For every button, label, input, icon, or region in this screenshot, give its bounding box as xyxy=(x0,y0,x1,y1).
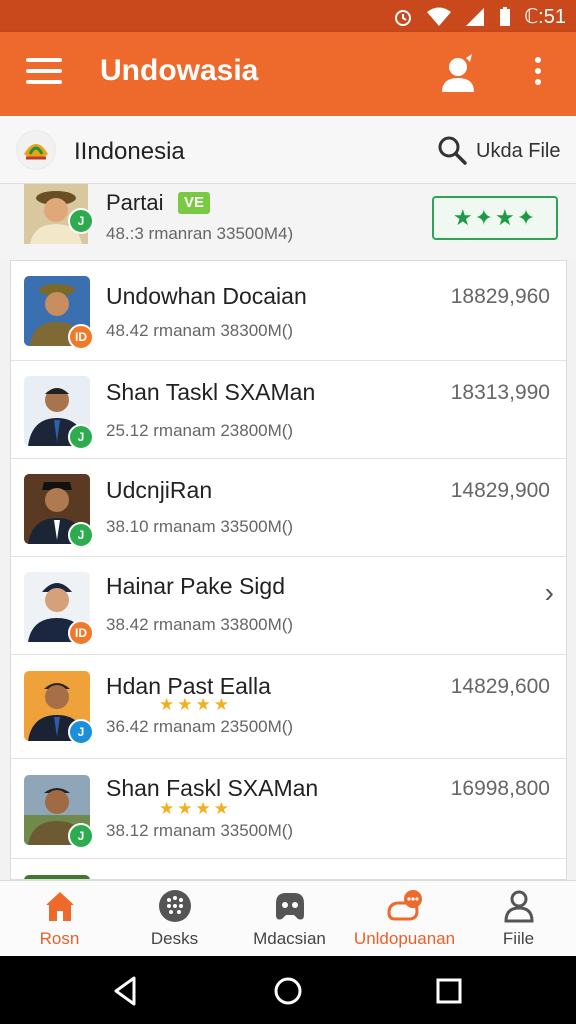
item-meta: 38.10 rmanam 33500M() xyxy=(106,517,294,536)
platform-badge-icon: J xyxy=(68,823,94,849)
item-name: Undowhan Docaian xyxy=(106,283,307,309)
avatar: J xyxy=(24,184,94,244)
item-meta: 38.42 rmanam 33800M() xyxy=(106,615,294,634)
nav-item-home[interactable]: Rosn xyxy=(2,881,117,957)
alarm-icon xyxy=(395,9,412,26)
status-time: ℂ:51 xyxy=(524,6,566,28)
wifi-icon xyxy=(427,7,452,26)
platform-badge-icon: J xyxy=(68,424,94,450)
recents-square-icon[interactable] xyxy=(432,974,466,1008)
nav-label: Rosn xyxy=(39,929,80,948)
item-meta: 38.12 rmanam 33500M() xyxy=(106,821,294,840)
nav-item-fiile[interactable]: Fiile xyxy=(461,881,576,957)
home-icon xyxy=(46,892,74,921)
rating-stars: ★★★★ xyxy=(159,799,232,818)
back-icon[interactable] xyxy=(108,974,142,1008)
item-meta: 36.42 rmanam 23500M() xyxy=(106,717,294,736)
nav-label: Mdacsian xyxy=(253,929,326,948)
app-bar: Undowasia xyxy=(0,32,576,116)
item-name: Hainar Pake Sigd xyxy=(106,573,285,599)
item-name: Shan Taskl SXAMan xyxy=(106,379,316,405)
item-value: 14829,600 xyxy=(450,675,550,698)
country-emblem-icon[interactable] xyxy=(16,130,56,170)
signal-icon xyxy=(466,7,485,26)
avatar: J xyxy=(24,775,94,849)
nav-label: Fiile xyxy=(502,929,535,948)
rating-stars: ★★★★ xyxy=(159,695,232,714)
rating-button[interactable]: ★✦★✦ xyxy=(432,196,558,240)
item-value: 16998,800 xyxy=(450,777,550,800)
search-icon[interactable] xyxy=(436,134,468,166)
list-item[interactable]: J Shan Faskl SXAMan ★★★★ 38.12 rmanam 33… xyxy=(11,759,566,859)
list-item[interactable] xyxy=(11,859,566,879)
profile-action-icon[interactable] xyxy=(436,52,480,96)
item-name: Partai xyxy=(106,190,164,215)
gamepad-icon xyxy=(276,893,304,920)
dots-disc-icon xyxy=(159,890,191,922)
search-strip: IIndonesia Ukda File xyxy=(0,116,576,184)
chevron-right-icon[interactable]: › xyxy=(545,577,554,609)
platform-badge-icon: J xyxy=(68,522,94,548)
item-meta: 48.42 rmanam 38300M() xyxy=(106,321,294,340)
nav-label: Unldopuanan xyxy=(353,929,456,948)
avatar: J xyxy=(24,671,94,745)
list-item[interactable]: J Shan Taskl SXAMan 25.12 rmanam 23800M(… xyxy=(11,361,566,459)
item-meta: 25.12 rmanam 23800M() xyxy=(106,421,294,440)
app-title: Undowasia xyxy=(100,54,259,87)
results-list: ID Undowhan Docaian 48.42 rmanam 38300M(… xyxy=(10,260,567,880)
list-item[interactable]: ID Undowhan Docaian 48.42 rmanam 38300M(… xyxy=(11,261,566,361)
status-bar: ℂ:51 xyxy=(0,0,576,32)
list-item-partai[interactable]: J Partai VE 48.:3 rmanran 33500M4) ★✦★✦ xyxy=(0,184,576,260)
avatar: J xyxy=(24,474,94,548)
status-badge: VE xyxy=(178,192,211,214)
platform-badge-icon: J xyxy=(68,719,94,745)
item-value: 18313,990 xyxy=(450,381,550,404)
nav-label: Desks xyxy=(150,929,199,948)
item-name: UdcnjiRan xyxy=(106,477,213,503)
platform-badge-icon: J xyxy=(68,208,94,234)
avatar: J xyxy=(24,376,94,450)
nav-item-unldopuanan[interactable]: Unldopuanan xyxy=(347,881,462,957)
person-icon xyxy=(504,890,534,923)
platform-badge-icon: ID xyxy=(68,620,94,646)
item-meta: 48.:3 rmanran 33500M4) xyxy=(106,224,294,243)
list-item[interactable]: ID Hainar Pake Sigd 38.42 rmanam 33800M(… xyxy=(11,557,566,655)
avatar: ID xyxy=(24,276,94,350)
chat-bubble-icon xyxy=(387,890,422,921)
search-file-label[interactable]: Ukda File xyxy=(476,140,560,163)
item-value: 18829,960 xyxy=(450,285,550,308)
nav-item-desks[interactable]: Desks xyxy=(117,881,232,957)
item-value: 14829,900 xyxy=(450,479,550,502)
list-item[interactable]: J UdcnjiRan 38.10 rmanam 33500M() 14829,… xyxy=(11,459,566,557)
country-label[interactable]: IIndonesia xyxy=(74,138,185,166)
list-item[interactable]: J Hdan Past Ealla ★★★★ 36.42 rmanam 2350… xyxy=(11,655,566,759)
battery-icon xyxy=(500,6,511,26)
item-name: Shan Faskl SXAMan xyxy=(106,775,319,801)
platform-badge-icon: ID xyxy=(68,324,94,350)
avatar: ID xyxy=(24,572,94,646)
system-navigation-bar xyxy=(0,956,576,1024)
menu-icon[interactable] xyxy=(26,58,62,90)
nav-item-mdacsian[interactable]: Mdacsian xyxy=(232,881,347,957)
bottom-navigation: Rosn Desks Mdacsian Unldopuanan Fiile xyxy=(0,880,576,956)
home-circle-icon[interactable] xyxy=(271,974,305,1008)
status-icons: ℂ:51 xyxy=(392,4,566,29)
overflow-menu-icon[interactable] xyxy=(528,54,548,94)
